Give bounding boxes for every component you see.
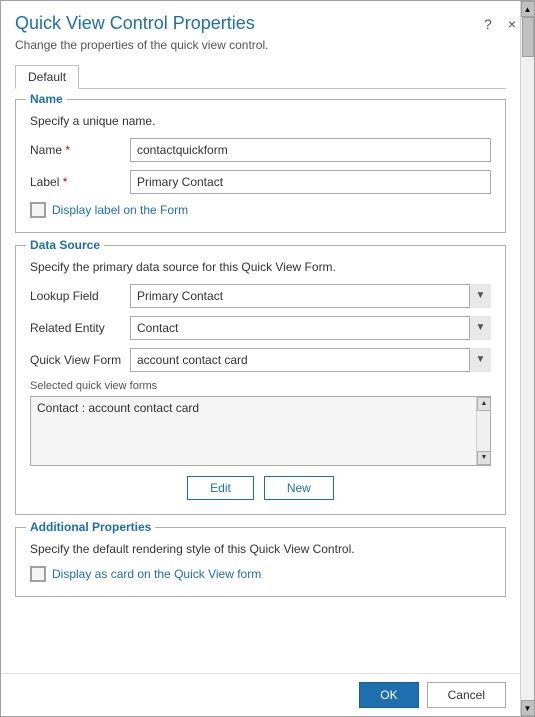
quickform-label: Quick View Form xyxy=(30,353,130,367)
name-label: Name * xyxy=(30,143,130,157)
display-label-text[interactable]: Display label on the Form xyxy=(52,203,188,217)
label-input[interactable] xyxy=(130,170,491,194)
lookup-row: Lookup Field Primary Contact ▼ xyxy=(30,284,491,308)
dialog: ▲ ▼ Quick View Control Properties Change… xyxy=(0,0,535,717)
footer-bar: OK Cancel xyxy=(1,673,520,716)
datasource-legend: Data Source xyxy=(26,238,104,252)
card-display-row: Display as card on the Quick View form xyxy=(30,566,491,582)
entity-label: Related Entity xyxy=(30,321,130,335)
main-scrollbar[interactable]: ▲ ▼ xyxy=(520,1,534,716)
lookup-select-wrapper: Primary Contact ▼ xyxy=(130,284,491,308)
card-display-text[interactable]: Display as card on the Quick View form xyxy=(52,567,261,581)
name-row: Name * xyxy=(30,138,491,162)
quickform-select-wrapper: account contact card ▼ xyxy=(130,348,491,372)
scroll-handle[interactable] xyxy=(522,17,534,57)
new-button[interactable]: New xyxy=(264,476,334,500)
entity-row: Related Entity Contact ▼ xyxy=(30,316,491,340)
lookup-select[interactable]: Primary Contact xyxy=(130,284,491,308)
name-legend: Name xyxy=(26,92,67,106)
close-button[interactable]: × xyxy=(504,15,520,33)
dialog-subtitle: Change the properties of the quick view … xyxy=(15,38,268,52)
display-label-row: Display label on the Form xyxy=(30,202,491,218)
scroll-track xyxy=(521,17,534,700)
lookup-label: Lookup Field xyxy=(30,289,130,303)
content-area: Default Name Specify a unique name. Name… xyxy=(1,58,520,673)
help-button[interactable]: ? xyxy=(480,15,496,33)
display-label-checkbox[interactable] xyxy=(30,202,46,218)
cancel-button[interactable]: Cancel xyxy=(427,682,506,708)
label-label: Label * xyxy=(30,175,130,189)
ok-button[interactable]: OK xyxy=(359,682,418,708)
name-input[interactable] xyxy=(130,138,491,162)
entity-select[interactable]: Contact xyxy=(130,316,491,340)
datasource-section: Data Source Specify the primary data sou… xyxy=(15,245,506,515)
entity-select-wrapper: Contact ▼ xyxy=(130,316,491,340)
tab-bar: Default xyxy=(15,64,506,89)
forms-scroll-track xyxy=(477,411,490,451)
title-bar-left: Quick View Control Properties Change the… xyxy=(15,13,268,52)
label-row: Label * xyxy=(30,170,491,194)
selected-forms-box: Contact : account contact card ▲ ▼ xyxy=(30,396,491,466)
scroll-down-btn[interactable]: ▼ xyxy=(521,700,535,716)
selected-forms-item: Contact : account contact card xyxy=(37,401,199,415)
forms-scroll-down[interactable]: ▼ xyxy=(477,451,491,465)
datasource-description: Specify the primary data source for this… xyxy=(30,260,491,274)
name-description: Specify a unique name. xyxy=(30,114,491,128)
edit-button[interactable]: Edit xyxy=(187,476,254,500)
scroll-up-btn[interactable]: ▲ xyxy=(521,1,535,17)
additional-legend: Additional Properties xyxy=(26,520,155,534)
edit-new-row: Edit New xyxy=(30,476,491,500)
name-section: Name Specify a unique name. Name * Label… xyxy=(15,99,506,233)
forms-scroll-up[interactable]: ▲ xyxy=(477,397,491,411)
additional-description: Specify the default rendering style of t… xyxy=(30,542,491,556)
tab-default[interactable]: Default xyxy=(15,65,79,89)
title-bar-right: ? × xyxy=(480,13,520,33)
card-display-checkbox[interactable] xyxy=(30,566,46,582)
title-bar: Quick View Control Properties Change the… xyxy=(1,1,534,58)
forms-scrollbar: ▲ ▼ xyxy=(476,397,490,465)
selected-forms-label: Selected quick view forms xyxy=(30,380,491,392)
quickform-row: Quick View Form account contact card ▼ xyxy=(30,348,491,372)
label-required: * xyxy=(63,175,68,189)
additional-section: Additional Properties Specify the defaul… xyxy=(15,527,506,597)
name-required: * xyxy=(65,143,70,157)
quickform-select[interactable]: account contact card xyxy=(130,348,491,372)
dialog-title: Quick View Control Properties xyxy=(15,13,268,35)
